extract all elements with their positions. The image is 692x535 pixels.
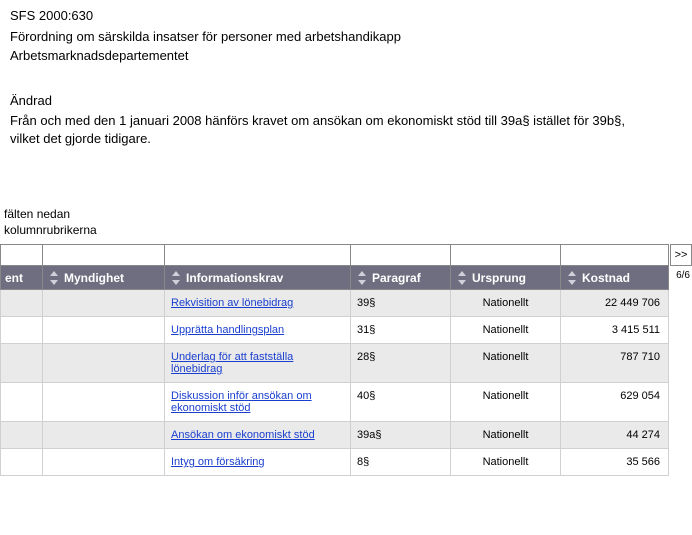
page-count: 6/6 <box>676 270 690 281</box>
table-row: Rekvisition av lönebidrag 39§Nationellt22… <box>1 290 669 317</box>
cell-kostnad: 22 449 706 <box>561 290 669 317</box>
cell-myndighet <box>43 383 165 422</box>
cell-ursprung: Nationellt <box>451 290 561 317</box>
filter-myndighet[interactable] <box>45 247 162 263</box>
sort-icon <box>169 271 183 285</box>
cell-paragraf: 28§ <box>351 344 451 383</box>
col-header-ursprung[interactable]: Ursprung <box>451 266 561 290</box>
sort-icon <box>355 271 369 285</box>
info-link[interactable]: Diskussion inför ansökan om ekonomiskt s… <box>171 390 312 414</box>
cell-informationskrav: Underlag för att fastställa lönebidrag <box>165 344 351 383</box>
cell-kostnad: 35 566 <box>561 449 669 476</box>
cell-kostnad: 44 274 <box>561 422 669 449</box>
cell-paragraf: 39§ <box>351 290 451 317</box>
cell-informationskrav: Upprätta handlingsplan <box>165 317 351 344</box>
cell-ent <box>1 344 43 383</box>
cell-ursprung: Nationellt <box>451 449 561 476</box>
info-link[interactable]: Ansökan om ekonomiskt stöd <box>171 429 315 441</box>
next-page-button[interactable]: >> <box>670 244 692 266</box>
cell-ent <box>1 449 43 476</box>
cell-ent <box>1 317 43 344</box>
filter-ent[interactable] <box>3 247 40 263</box>
cell-ent <box>1 422 43 449</box>
table-row: Upprätta handlingsplan 31§Nationellt3 415… <box>1 317 669 344</box>
cell-informationskrav: Rekvisition av lönebidrag <box>165 290 351 317</box>
filter-ursprung[interactable] <box>453 247 558 263</box>
changed-text: Från och med den 1 januari 2008 hänförs … <box>10 112 630 147</box>
cell-myndighet <box>43 290 165 317</box>
sort-icon <box>565 271 579 285</box>
col-header-informationskrav[interactable]: Informationskrav <box>165 266 351 290</box>
results-table: ent Myndighet Informationskrav Paragraf … <box>0 244 669 476</box>
table-row: Ansökan om ekonomiskt stöd 39a§Nationellt… <box>1 422 669 449</box>
table-row: Underlag för att fastställa lönebidrag 28… <box>1 344 669 383</box>
cell-ursprung: Nationellt <box>451 422 561 449</box>
col-header-myndighet[interactable]: Myndighet <box>43 266 165 290</box>
cell-kostnad: 3 415 511 <box>561 317 669 344</box>
cell-myndighet <box>43 422 165 449</box>
info-link[interactable]: Intyg om försäkring <box>171 456 265 468</box>
cell-kostnad: 787 710 <box>561 344 669 383</box>
cell-ursprung: Nationellt <box>451 317 561 344</box>
cell-paragraf: 39a§ <box>351 422 451 449</box>
cell-ent <box>1 383 43 422</box>
cell-informationskrav: Ansökan om ekonomiskt stöd <box>165 422 351 449</box>
table-row: Diskussion inför ansökan om ekonomiskt s… <box>1 383 669 422</box>
sort-icon <box>455 271 469 285</box>
cell-paragraf: 8§ <box>351 449 451 476</box>
filter-kostnad[interactable] <box>563 247 666 263</box>
table-row: Intyg om försäkring 8§Nationellt35 566 <box>1 449 669 476</box>
cell-kostnad: 629 054 <box>561 383 669 422</box>
col-header-kostnad[interactable]: Kostnad <box>561 266 669 290</box>
filter-paragraf[interactable] <box>353 247 448 263</box>
cell-myndighet <box>43 449 165 476</box>
info-link[interactable]: Underlag för att fastställa lönebidrag <box>171 351 293 375</box>
cell-informationskrav: Intyg om försäkring <box>165 449 351 476</box>
sort-icon <box>47 271 61 285</box>
sfs-description: Förordning om särskilda insatser för per… <box>10 29 682 44</box>
cell-paragraf: 40§ <box>351 383 451 422</box>
filter-informationskrav[interactable] <box>167 247 348 263</box>
col-header-paragraf[interactable]: Paragraf <box>351 266 451 290</box>
cell-ursprung: Nationellt <box>451 344 561 383</box>
cell-informationskrav: Diskussion inför ansökan om ekonomiskt s… <box>165 383 351 422</box>
sfs-number: SFS 2000:630 <box>10 8 682 23</box>
filter-hint: fälten nedan kolumnrubrikerna <box>0 207 692 238</box>
cell-paragraf: 31§ <box>351 317 451 344</box>
cell-myndighet <box>43 317 165 344</box>
cell-ent <box>1 290 43 317</box>
col-header-ent[interactable]: ent <box>1 266 43 290</box>
info-link[interactable]: Upprätta handlingsplan <box>171 324 284 336</box>
changed-label: Ändrad <box>10 93 682 108</box>
info-link[interactable]: Rekvisition av lönebidrag <box>171 297 293 309</box>
cell-myndighet <box>43 344 165 383</box>
cell-ursprung: Nationellt <box>451 383 561 422</box>
department: Arbetsmarknadsdepartementet <box>10 48 682 63</box>
